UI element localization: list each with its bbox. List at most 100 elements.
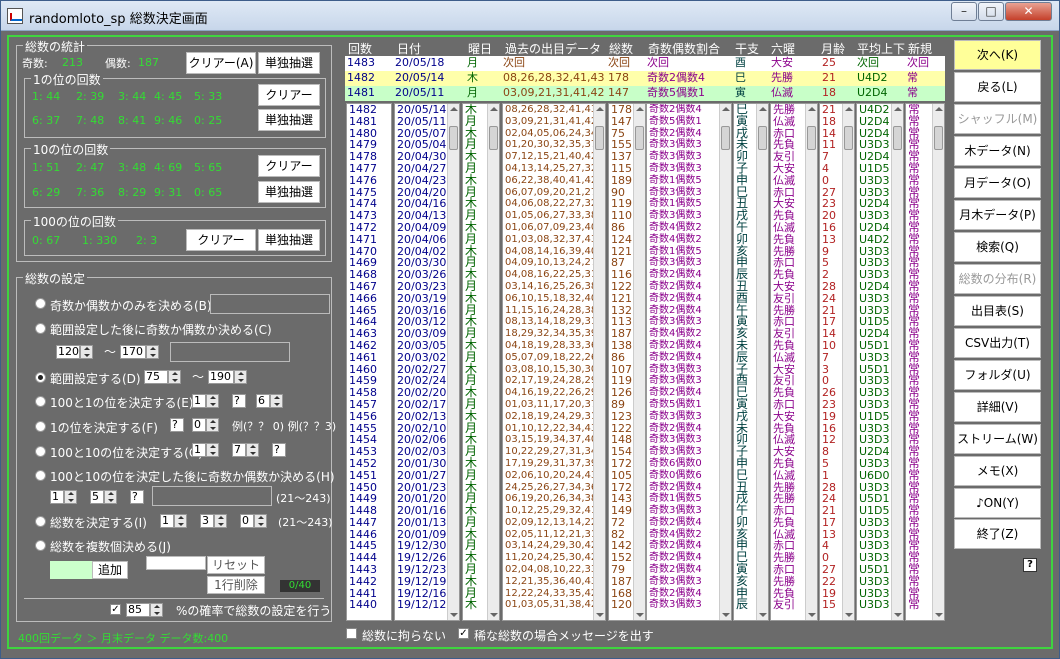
list-item[interactable]: 11,20,24,25,30,42 bbox=[505, 552, 605, 564]
opt6-tens-input[interactable]: 7 bbox=[232, 443, 246, 457]
list-item[interactable]: 01,03,11,17,20,37 bbox=[505, 399, 605, 411]
multi-input[interactable] bbox=[146, 556, 206, 570]
side-button[interactable]: 次へ(K) bbox=[954, 40, 1041, 70]
top-row[interactable]: 1483 20/05/18 月 次回 次回 次回 酉 大安 25 次回 次回 bbox=[345, 56, 945, 71]
opt7-tens-spinner[interactable] bbox=[104, 490, 117, 504]
range3-from-input[interactable]: 75 bbox=[144, 370, 168, 384]
opt8-tens-spinner[interactable] bbox=[214, 514, 227, 528]
list-item[interactable]: 1447 bbox=[349, 517, 391, 529]
range2-to-spinner[interactable] bbox=[146, 345, 159, 359]
opt8-ones-input[interactable]: 0 bbox=[240, 514, 254, 528]
opt5-radio[interactable] bbox=[35, 421, 46, 432]
opt6-hundreds-input[interactable]: 1 bbox=[192, 443, 206, 457]
column-day[interactable]: 木月木月木月木月木月木月木月木月木月木月木月木月木月木月木月木月木月木月木月木月… bbox=[462, 103, 500, 621]
side-button[interactable]: 月木データ(P) bbox=[954, 200, 1041, 230]
list-item[interactable]: 17,19,29,31,37,39 bbox=[505, 458, 605, 470]
list-item[interactable]: 01,05,06,27,33,38 bbox=[505, 210, 605, 222]
opt7-hundreds-input[interactable]: 1 bbox=[50, 490, 64, 504]
opt2-input[interactable] bbox=[170, 342, 290, 362]
opt6-hundreds-spinner[interactable] bbox=[206, 443, 219, 457]
ones-solo-draw-button[interactable]: 単独抽選 bbox=[258, 109, 320, 131]
side-button[interactable]: フォルダ(U) bbox=[954, 360, 1041, 390]
opt8-tens-input[interactable]: 3 bbox=[200, 514, 214, 528]
list-item[interactable]: 02,04,05,06,24,34 bbox=[505, 128, 605, 140]
opt3-radio[interactable] bbox=[35, 372, 46, 383]
list-item[interactable]: 02,06,10,20,24,43 bbox=[505, 470, 605, 482]
list-item[interactable]: 1476 bbox=[349, 174, 391, 187]
opt6-radio[interactable] bbox=[35, 446, 46, 457]
list-item[interactable]: 01,06,07,09,23,40 bbox=[505, 222, 605, 234]
range3-to-spinner[interactable] bbox=[234, 370, 247, 384]
list-item[interactable]: 1461 bbox=[349, 351, 391, 364]
list-item[interactable]: 1472 bbox=[349, 222, 391, 234]
side-button[interactable]: ストリーム(W) bbox=[954, 424, 1041, 454]
delete-row-button[interactable]: 1行削除 bbox=[207, 576, 265, 594]
close-button[interactable]: ✕ bbox=[1005, 2, 1052, 21]
side-button[interactable]: CSV出力(T) bbox=[954, 328, 1041, 358]
hundreds-clear-button[interactable]: クリアー bbox=[186, 229, 256, 251]
list-item[interactable]: 12,22,24,33,35,42 bbox=[505, 588, 605, 600]
column-average[interactable]: U4D2 U2D4 U2D4 U3D3 U2D4 U1D5 U3D3 U3D3 U2D4 U3D3… bbox=[856, 103, 904, 621]
column-ratio[interactable]: 奇数2偶数4 奇数5偶数1 奇数2偶数4 奇数3偶数3 奇数3偶数3 奇数3偶数3 奇数1偶… bbox=[646, 103, 732, 621]
column-sum[interactable]: 178 147 75 155 137 115 189 90 119 110 86 124 121 87 11… bbox=[608, 103, 646, 621]
opt4-hundreds-input[interactable]: 1 bbox=[192, 394, 206, 408]
opt6-tens-spinner[interactable] bbox=[246, 443, 259, 457]
list-item[interactable]: 1457 bbox=[349, 399, 391, 411]
column-date[interactable]: 20/05/14 20/05/11 20/05/07 20/05/04 20/04/30… bbox=[394, 103, 460, 621]
list-item[interactable]: 06,07,09,20,21,27 bbox=[505, 187, 605, 199]
list-item[interactable]: 10,22,29,27,31,34 bbox=[505, 446, 605, 458]
minimize-button[interactable]: – bbox=[951, 2, 977, 21]
opt8-hundreds-input[interactable]: 1 bbox=[160, 514, 174, 528]
add-button[interactable]: 追加 bbox=[92, 561, 128, 579]
list-item[interactable]: 04,18,19,28,33,36 bbox=[505, 340, 605, 352]
list-item[interactable]: 03,14,24,29,30,42 bbox=[505, 540, 605, 552]
side-button[interactable]: 木データ(N) bbox=[954, 136, 1041, 166]
range2-from-spinner[interactable] bbox=[80, 345, 93, 359]
opt9-radio[interactable] bbox=[35, 540, 46, 551]
list-item[interactable]: 03,14,16,25,26,38 bbox=[505, 281, 605, 293]
opt7-radio[interactable] bbox=[35, 470, 46, 481]
list-item[interactable]: 01,03,05,31,38,42 bbox=[505, 599, 605, 611]
list-item[interactable]: 06,19,20,26,34,38 bbox=[505, 493, 605, 505]
opt4-ones-spinner[interactable] bbox=[270, 394, 283, 408]
list-item[interactable]: 07,12,15,21,40,42 bbox=[505, 151, 605, 163]
list-item[interactable]: 1442 bbox=[349, 576, 391, 588]
opt7-hundreds-spinner[interactable] bbox=[64, 490, 77, 504]
list-item[interactable]: 1440 bbox=[349, 599, 391, 611]
opt7-tens-input[interactable]: 5 bbox=[90, 490, 104, 504]
list-item[interactable]: 02,17,19,24,28,29 bbox=[505, 375, 605, 387]
side-button[interactable]: 終了(Z) bbox=[954, 519, 1041, 549]
list-item[interactable]: 1456 bbox=[349, 410, 391, 423]
ones-clear-button[interactable]: クリアー bbox=[258, 84, 320, 106]
list-item[interactable]: 1452 bbox=[349, 458, 391, 470]
side-button[interactable]: 戻る(L) bbox=[954, 72, 1041, 102]
opt4-tens-input[interactable]: ? bbox=[232, 394, 246, 408]
range2-to-input[interactable]: 170 bbox=[120, 345, 146, 359]
list-item[interactable]: 01,20,30,32,35,37 bbox=[505, 139, 605, 151]
opt4-ones-input[interactable]: 6 bbox=[256, 394, 270, 408]
list-item[interactable]: 1471 bbox=[349, 233, 391, 246]
list-item[interactable]: 03,09,21,31,41,42 bbox=[505, 116, 605, 128]
column-rokuyo[interactable]: 先勝 仏滅 赤口 先負 友引 大安 仏滅 赤口 大安 先負 仏滅 先負 先勝 赤口 先負 大安 友引 先勝 赤口 友引… bbox=[770, 103, 818, 621]
list-item[interactable]: 1466 bbox=[349, 292, 391, 305]
list-item[interactable]: 11,15,16,24,28,38 bbox=[505, 305, 605, 317]
side-button[interactable]: シャッフル(M) bbox=[954, 104, 1041, 134]
opt4-radio[interactable] bbox=[35, 396, 46, 407]
list-item[interactable]: 08,13,14,18,29,31 bbox=[505, 316, 605, 328]
side-button[interactable]: メモ(X) bbox=[954, 456, 1041, 486]
tens-clear-button[interactable]: クリアー bbox=[258, 155, 320, 177]
list-item[interactable]: 1467 bbox=[349, 281, 391, 293]
list-item[interactable]: 02,04,08,10,22,33 bbox=[505, 564, 605, 576]
list-item[interactable]: 04,13,14,25,27,32 bbox=[505, 163, 605, 175]
column-eto[interactable]: 巳寅戌未卯子申巳丑戌午卯亥申辰丑酉午寅亥未辰子酉巳寅戌未卯子申巳丑戌午卯亥申巳寅… bbox=[733, 103, 769, 621]
side-button[interactable]: 総数の分布(R) bbox=[954, 264, 1041, 294]
list-item[interactable]: 04,06,08,22,27,32 bbox=[505, 198, 605, 210]
list-item[interactable]: 03,15,19,34,37,40 bbox=[505, 434, 605, 446]
range3-to-input[interactable]: 190 bbox=[208, 370, 234, 384]
top-row[interactable]: 1482 20/05/14 木 08,26,28,32,41,43 178 奇数2偶数4 巳… bbox=[345, 71, 945, 86]
reset-button[interactable]: リセット bbox=[207, 556, 265, 574]
probability-input[interactable]: 85 bbox=[126, 603, 150, 617]
opt7-ones-input[interactable]: ? bbox=[130, 490, 144, 504]
side-button[interactable]: ♪ON(Y) bbox=[954, 488, 1041, 518]
side-button[interactable]: 出目表(S) bbox=[954, 296, 1041, 326]
